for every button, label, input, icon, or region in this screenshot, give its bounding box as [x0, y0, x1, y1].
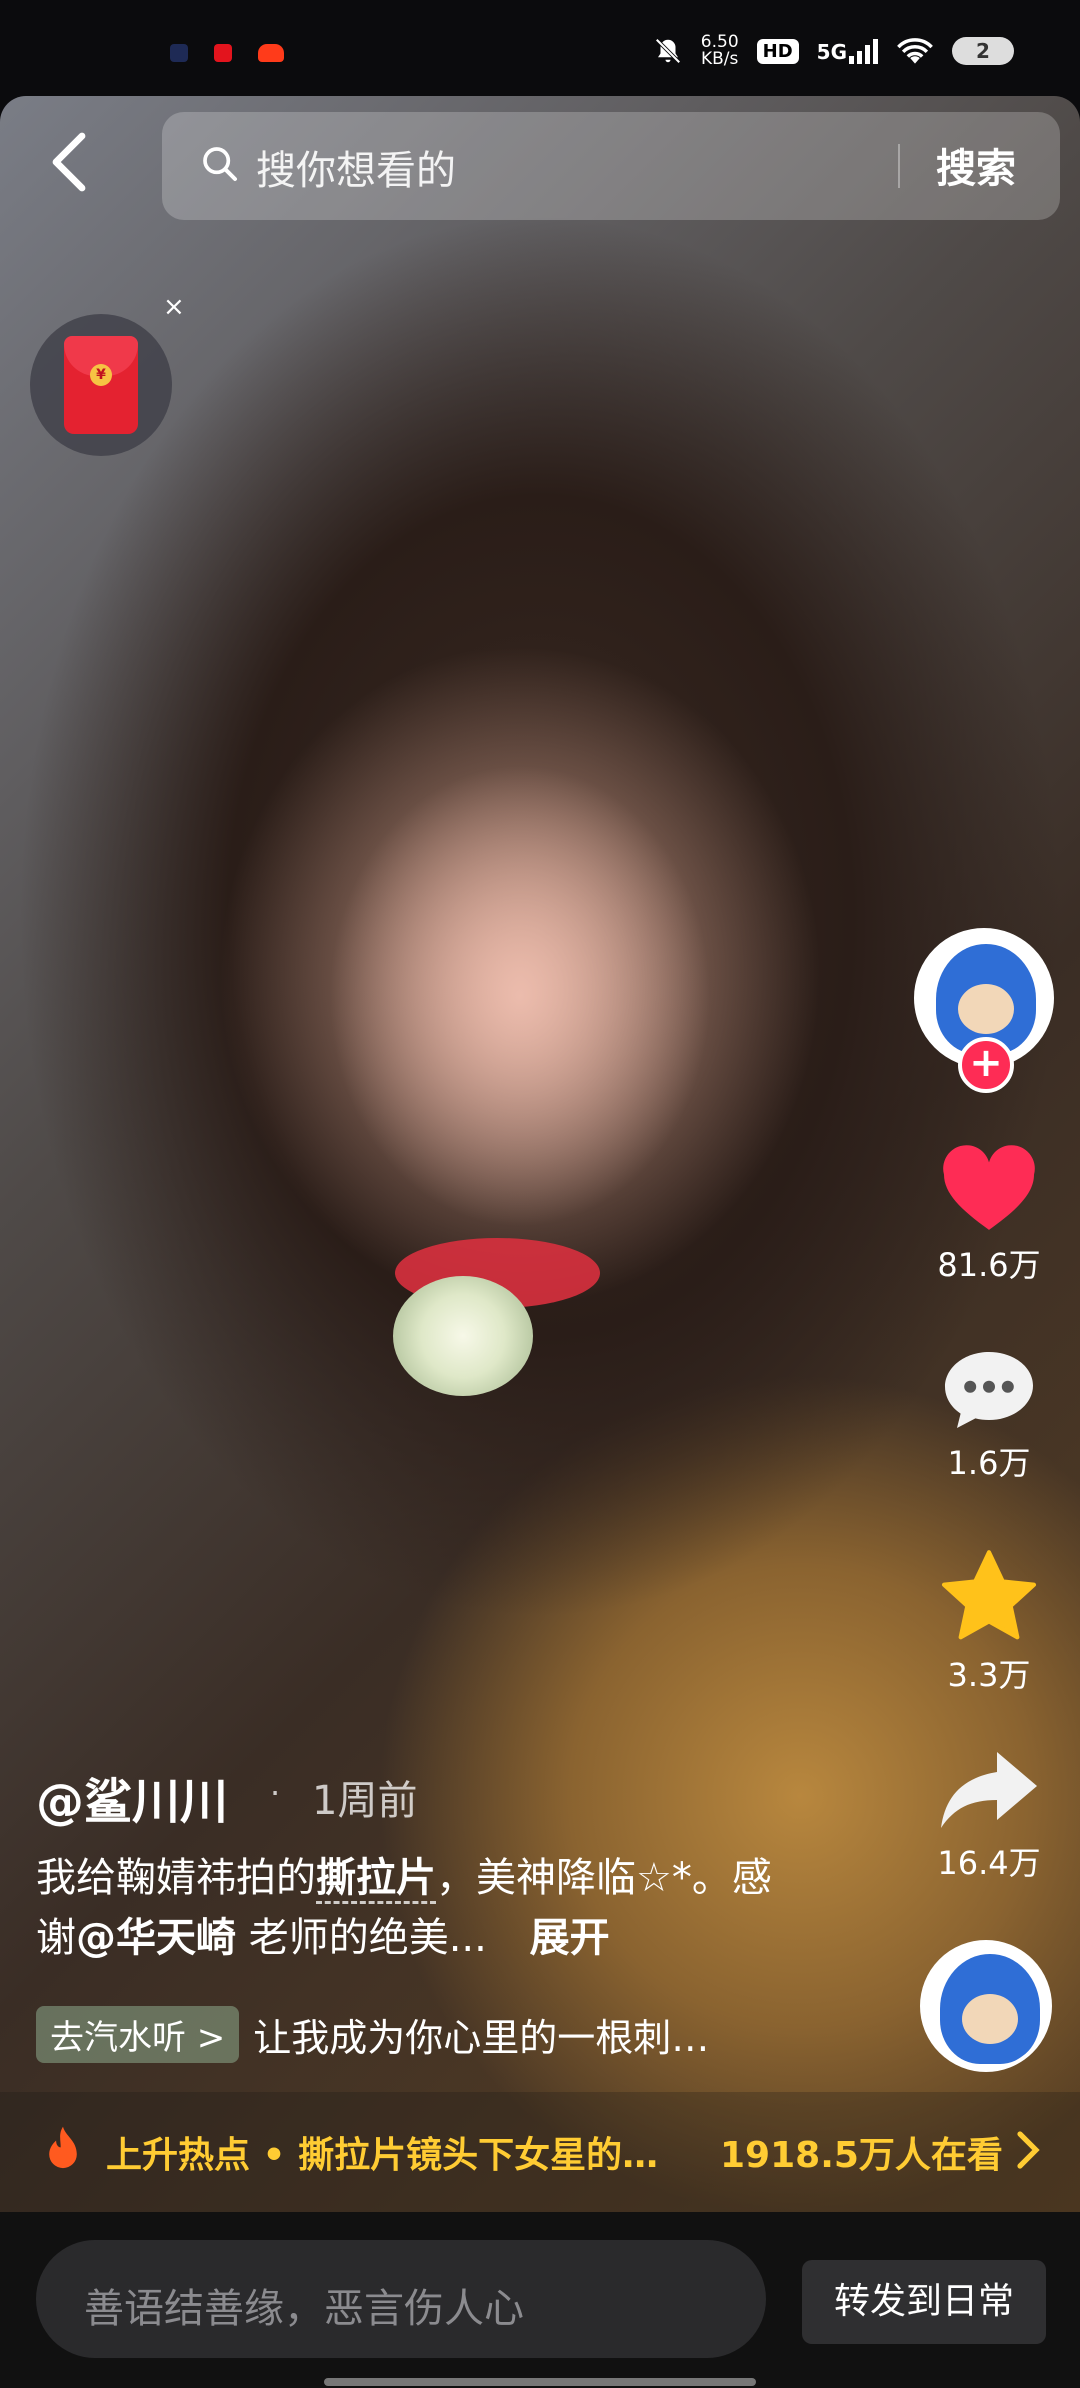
search-divider [898, 144, 900, 188]
caption-text: 我给鞠婧祎拍的 [36, 1855, 316, 1901]
music-disc-image [940, 1954, 1040, 2064]
comment-bubble-icon [945, 1352, 1033, 1428]
red-envelope-icon: ¥ [64, 336, 138, 434]
post-caption: 我给鞠婧祎拍的撕拉片，美神降临☆*。感谢@华天崎 老师的绝美... 展开 [36, 1848, 796, 1968]
share-button[interactable]: 16.4万 [914, 1748, 1064, 1884]
favorite-count: 3.3万 [947, 1656, 1031, 1694]
notification-icons [170, 44, 284, 62]
signal-indicator: 5G [817, 38, 878, 64]
like-button[interactable]: 81.6万 [914, 1144, 1064, 1286]
follow-button[interactable]: + [958, 1037, 1014, 1093]
red-packet-close-button[interactable]: × [163, 292, 185, 322]
red-packet-widget[interactable]: ¥ [30, 314, 172, 456]
open-in-music-app-tag[interactable]: 去汽水听 > [36, 2006, 240, 2063]
network-speed-unit: KB/s [701, 49, 739, 69]
home-indicator[interactable] [324, 2378, 756, 2386]
favorite-button[interactable]: 3.3万 [914, 1548, 1064, 1696]
music-disc-avatar[interactable] [920, 1940, 1052, 2072]
search-button[interactable]: 搜索 [936, 136, 1016, 194]
wifi-icon [897, 38, 933, 64]
hd-badge: HD [756, 38, 799, 64]
search-icon [203, 147, 237, 181]
caption-hashtag-link[interactable]: 撕拉片 [316, 1855, 436, 1904]
trending-topic-title: 上升热点 • 撕拉片镜头下女星的… [106, 2135, 659, 2176]
forward-to-daily-button[interactable]: 转发到日常 [802, 2260, 1046, 2344]
back-button[interactable] [48, 132, 104, 202]
author-name[interactable]: @鲨川川 [36, 1762, 228, 1832]
app-notification-icon [214, 44, 232, 62]
search-input[interactable]: 搜你想看的 [256, 138, 456, 196]
signal-bars-icon [849, 38, 878, 64]
caption-text: 老师的绝美... [236, 1915, 487, 1961]
separator-dot: · [270, 1774, 281, 1812]
heart-icon [943, 1145, 1035, 1230]
chevron-left-icon [52, 132, 86, 192]
comment-count: 1.6万 [947, 1444, 1031, 1482]
chevron-right-icon [1017, 2131, 1040, 2169]
app-notification-icon [170, 44, 188, 62]
comment-placeholder: 善语结善缘，恶言伤人心 [84, 2286, 524, 2332]
network-speed: 6.50 KB/s [701, 34, 739, 68]
search-bar[interactable]: 搜你想看的 搜索 [162, 112, 1060, 220]
mute-bell-icon [655, 38, 681, 64]
post-time: 1周前 [312, 1778, 418, 1824]
comment-input[interactable]: 善语结善缘，恶言伤人心 [36, 2240, 766, 2358]
caption-mention-link[interactable]: @华天崎 [76, 1915, 236, 1961]
video-frame-detail [393, 1276, 533, 1396]
like-count: 81.6万 [937, 1246, 1041, 1284]
star-icon [941, 1550, 1037, 1640]
status-bar: 6.50 KB/s HD 5G 2 [0, 0, 1080, 96]
music-title: 让我成为你心里的一根刺… [253, 2016, 710, 2060]
music-row[interactable]: 去汽水听 > 让我成为你心里的一根刺… [36, 2006, 709, 2063]
battery-icon: 2 [952, 37, 1014, 65]
share-count: 16.4万 [937, 1844, 1041, 1882]
trending-viewers-count: 1918.5万人在看 [720, 2135, 1003, 2176]
expand-caption-button[interactable]: 展开 [530, 1915, 610, 1961]
trending-topic-bar[interactable]: 上升热点 • 撕拉片镜头下女星的… 1918.5万人在看 [0, 2092, 1080, 2212]
network-type: 5G [816, 40, 847, 64]
share-arrow-icon [941, 1752, 1037, 1828]
flame-icon [49, 2126, 77, 2169]
bottom-bar: 善语结善缘，恶言伤人心 转发到日常 [0, 2212, 1080, 2388]
app-notification-icon [258, 44, 284, 62]
comment-button[interactable]: 1.6万 [914, 1348, 1064, 1484]
